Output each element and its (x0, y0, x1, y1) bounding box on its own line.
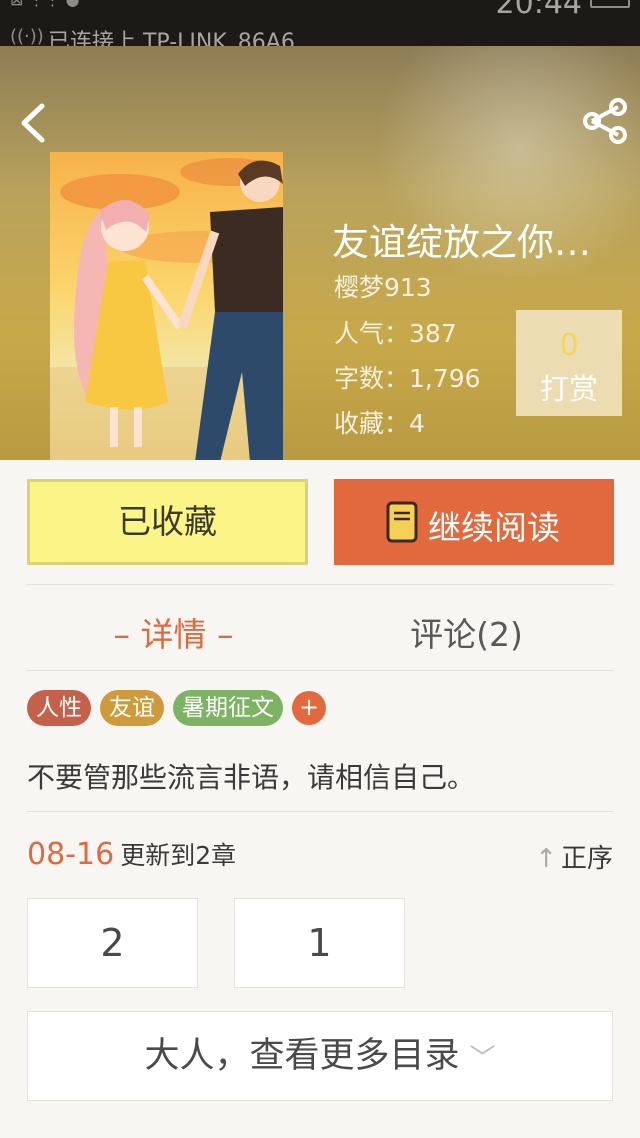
tip-button[interactable]: 0 打赏 (516, 310, 622, 416)
notification-icons: ⊠ ⋮⋮ ● (10, 0, 80, 9)
wifi-icon: ((·)) (10, 26, 44, 46)
book-header: 友谊绽放之你… 樱梦913 人气：387 字数：1,796 收藏：4 0 打赏 (0, 46, 640, 460)
chapter-item[interactable]: 1 (234, 898, 405, 988)
add-tag-button[interactable]: + (292, 691, 326, 725)
favorites-stat: 收藏：4 (334, 404, 425, 440)
book-author[interactable]: 樱梦913 (334, 268, 432, 304)
divider (27, 584, 613, 585)
divider (27, 811, 613, 812)
tag-chip[interactable]: 友谊 (100, 690, 164, 726)
tip-label: 打赏 (539, 372, 598, 406)
back-arrow-icon[interactable] (14, 98, 58, 148)
continue-reading-label: 继续阅读 (428, 508, 560, 547)
status-time: 20:44 (495, 0, 582, 21)
word-count-label: 字数： (334, 364, 410, 393)
tag-chip[interactable]: 人性 (27, 690, 91, 726)
word-count-stat: 字数：1,796 (334, 359, 481, 395)
wifi-status-text: 已连接上 TP-LINK_86A6 (48, 30, 295, 46)
book-title: 友谊绽放之你… (332, 221, 591, 264)
favorites-value: 4 (409, 409, 425, 438)
popularity-value: 387 (409, 319, 457, 348)
tab-details[interactable]: – 详情 – (27, 608, 320, 656)
book-icon (386, 501, 418, 543)
divider (27, 670, 613, 671)
battery-icon (590, 0, 630, 8)
more-catalog-button[interactable]: 大人，查看更多目录 ﹀ (27, 1011, 613, 1101)
popularity-label: 人气： (334, 319, 410, 348)
update-text: 更新到2章 (120, 841, 237, 870)
tag-list: 人性 友谊 暑期征文 + (27, 690, 326, 726)
sort-order-label: 正序 (560, 844, 613, 874)
book-cover-image[interactable] (50, 152, 283, 460)
share-icon[interactable] (580, 96, 630, 146)
more-catalog-label: 大人，查看更多目录 (144, 1036, 460, 1076)
tab-comments[interactable]: 评论(2) (320, 608, 613, 656)
popularity-stat: 人气：387 (334, 314, 457, 350)
continue-reading-button[interactable]: 继续阅读 (334, 479, 614, 565)
update-date: 08-16 (27, 837, 115, 872)
status-bar: ⊠ ⋮⋮ ● ((·)) 已连接上 TP-LINK_86A6 20:44 (0, 0, 640, 46)
arrow-up-icon: ↑ (535, 844, 557, 874)
favorites-label: 收藏： (334, 409, 410, 438)
sort-order-button[interactable]: ↑ 正序 (535, 838, 613, 875)
chapter-item[interactable]: 2 (27, 898, 198, 988)
chevron-down-icon: ﹀ (469, 1044, 496, 1074)
update-info: 08-16 更新到2章 (27, 836, 236, 872)
tip-count: 0 (559, 328, 579, 363)
collected-button[interactable]: 已收藏 (27, 479, 308, 565)
word-count-value: 1,796 (409, 364, 481, 393)
tag-chip[interactable]: 暑期征文 (173, 690, 283, 726)
book-description: 不要管那些流言非语，请相信自己。 (27, 761, 476, 794)
